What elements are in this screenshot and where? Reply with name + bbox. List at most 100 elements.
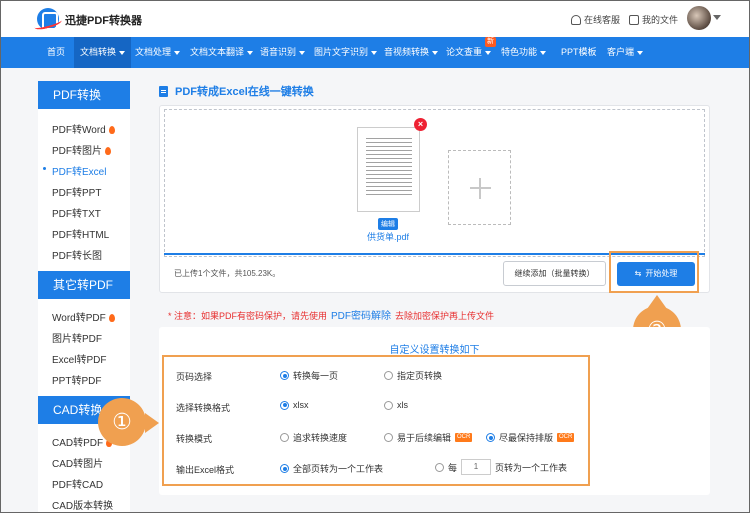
settings-options: 页码选择 转换每一页 指定页转换 选择转换格式 xlsx xls 转换模式 追求… bbox=[162, 355, 590, 486]
nav-item-features[interactable]: 特色功能 bbox=[501, 37, 547, 68]
radio-single-sheet[interactable]: 全部页转为一个工作表 bbox=[280, 462, 383, 475]
nav-label: 首页 bbox=[47, 47, 66, 57]
nav-item-doc-convert[interactable]: 文档转换 bbox=[74, 37, 132, 68]
nav-label: 特色功能 bbox=[501, 47, 538, 57]
upload-dropzone[interactable] bbox=[164, 109, 705, 257]
edit-file-button[interactable]: 编辑 bbox=[378, 218, 398, 230]
app-frame: 迅捷PDF转换器 在线客服 我的文件 首页 文档转换 文档处理 文档文本翻译 语… bbox=[0, 0, 750, 513]
sidebar-item-label: PDF转图片 bbox=[52, 146, 102, 157]
nav-item-doc-process[interactable]: 文档处理 bbox=[135, 37, 181, 68]
chevron-down-icon[interactable] bbox=[713, 15, 721, 20]
option-row-format: 选择转换格式 xlsx xls bbox=[164, 394, 588, 420]
sidebar-item-pdf-to-word[interactable]: PDF转Word bbox=[52, 121, 115, 136]
radio-label: 每 bbox=[448, 462, 458, 473]
nav-item-speech[interactable]: 语音识别 bbox=[260, 37, 306, 68]
sidebar-item-word-to-pdf[interactable]: Word转PDF bbox=[52, 309, 115, 324]
radio-label-suffix: 页转为一个工作表 bbox=[495, 462, 568, 473]
my-files-link[interactable]: 我的文件 bbox=[629, 13, 678, 26]
option-row-pages: 页码选择 转换每一页 指定页转换 bbox=[164, 363, 588, 389]
sidebar-item-ppt-to-pdf[interactable]: PPT转PDF bbox=[52, 372, 101, 387]
add-file-button[interactable] bbox=[448, 150, 511, 225]
sidebar-item-label: 图片转PDF bbox=[52, 334, 102, 345]
step-1-marker: ① bbox=[98, 398, 146, 446]
nav-label: PPT模板 bbox=[561, 47, 597, 57]
upload-status: 已上传1个文件，共105.23K。 bbox=[174, 269, 281, 278]
option-label: 输出Excel格式 bbox=[176, 465, 235, 475]
sidebar-item-cad-version[interactable]: CAD版本转换 bbox=[52, 497, 113, 512]
sidebar: PDF转换 PDF转Word PDF转图片 PDF转Excel PDF转PPT … bbox=[38, 81, 130, 512]
password-note: * 注意：如果PDF有密码保护，请先使用 PDF密码解除 去除加密保护再上传文件 bbox=[168, 307, 494, 322]
fire-icon bbox=[108, 126, 115, 135]
radio-xlsx[interactable]: xlsx bbox=[280, 400, 309, 410]
ocr-badge: OCR bbox=[455, 433, 473, 442]
sidebar-item-cad-to-image[interactable]: CAD转图片 bbox=[52, 455, 103, 470]
chevron-down-icon bbox=[432, 50, 439, 55]
radio-label: xls bbox=[397, 400, 408, 410]
file-thumbnail[interactable] bbox=[357, 127, 420, 212]
sidebar-item-pdf-to-cad[interactable]: PDF转CAD bbox=[52, 476, 103, 491]
option-row-output: 输出Excel格式 全部页转为一个工作表 每 1 页转为一个工作表 bbox=[164, 456, 588, 482]
sidebar-item-pdf-to-image[interactable]: PDF转图片 bbox=[52, 142, 111, 157]
option-row-mode: 转换模式 追求转换速度 易于后续编辑 OCR 尽最保持排版 OCR bbox=[164, 425, 588, 451]
radio-editable[interactable]: 易于后续编辑 OCR bbox=[384, 431, 473, 444]
delete-file-button[interactable]: × bbox=[414, 118, 427, 131]
nav-label: 语音识别 bbox=[260, 47, 297, 57]
sidebar-item-label: PDF转HTML bbox=[52, 230, 110, 241]
sidebar-item-pdf-to-excel[interactable]: PDF转Excel bbox=[42, 163, 106, 178]
radio-checked-icon bbox=[280, 400, 289, 410]
nav-item-translate[interactable]: 文档文本翻译 bbox=[190, 37, 254, 68]
sidebar-item-pdf-to-txt[interactable]: PDF转TXT bbox=[52, 205, 101, 220]
top-header: 迅捷PDF转换器 在线客服 我的文件 bbox=[1, 1, 749, 37]
sidebar-item-label: PDF转PPT bbox=[52, 188, 102, 199]
annotation-arrow-right bbox=[145, 413, 159, 433]
nav-item-home[interactable]: 首页 bbox=[47, 37, 65, 68]
sidebar-item-label: CAD版本转换 bbox=[52, 501, 114, 512]
nav-item-client[interactable]: 客户端 bbox=[607, 37, 644, 68]
radio-xls[interactable]: xls bbox=[384, 400, 408, 410]
radio-specific-pages[interactable]: 指定页转换 bbox=[384, 369, 442, 382]
radio-checked-icon bbox=[280, 464, 289, 473]
brand-logo-icon[interactable] bbox=[37, 8, 59, 30]
option-label: 页码选择 bbox=[176, 372, 213, 382]
sidebar-section-pdf-convert[interactable]: PDF转换 bbox=[38, 81, 130, 109]
customer-service-label: 在线客服 bbox=[584, 15, 621, 25]
chevron-down-icon bbox=[637, 50, 644, 55]
document-preview bbox=[366, 138, 412, 198]
avatar[interactable] bbox=[687, 6, 711, 30]
customer-service-link[interactable]: 在线客服 bbox=[571, 13, 620, 26]
radio-label: 易于后续编辑 bbox=[397, 433, 452, 443]
nav-item-ppt-template[interactable]: PPT模板 bbox=[561, 37, 597, 68]
sidebar-item-pdf-to-ppt[interactable]: PDF转PPT bbox=[52, 184, 101, 199]
pdf-unlock-link[interactable]: PDF密码解除 bbox=[331, 311, 391, 322]
page-title-row: PDF转成Excel在线一键转换 bbox=[159, 83, 314, 99]
chevron-down-icon bbox=[174, 50, 181, 55]
sidebar-item-label: CAD转PDF bbox=[52, 438, 104, 449]
radio-unchecked-icon bbox=[280, 433, 289, 442]
note-suffix: 去除加密保护再上传文件 bbox=[395, 311, 495, 321]
sidebar-item-pdf-to-long-image[interactable]: PDF转长图 bbox=[52, 247, 102, 262]
radio-per-pages[interactable]: 每 1 页转为一个工作表 bbox=[435, 459, 567, 475]
radio-speed[interactable]: 追求转换速度 bbox=[280, 431, 347, 444]
brand-name[interactable]: 迅捷PDF转换器 bbox=[65, 12, 142, 28]
page-title: PDF转成Excel在线一键转换 bbox=[175, 86, 314, 98]
radio-keep-layout[interactable]: 尽最保持排版 OCR bbox=[486, 431, 575, 444]
pages-per-sheet-input[interactable]: 1 bbox=[461, 459, 492, 475]
continue-add-button[interactable]: 继续添加（批量转换） bbox=[503, 261, 606, 286]
fire-icon bbox=[108, 314, 115, 323]
radio-unchecked-icon bbox=[384, 371, 393, 380]
nav-label: 文档转换 bbox=[80, 47, 117, 57]
radio-label: 追求转换速度 bbox=[293, 433, 348, 443]
radio-checked-icon bbox=[280, 371, 289, 380]
nav-item-av-convert[interactable]: 音视频转换 bbox=[384, 37, 439, 68]
fire-icon bbox=[105, 147, 111, 156]
sidebar-item-excel-to-pdf[interactable]: Excel转PDF bbox=[52, 351, 106, 366]
nav-label: 音视频转换 bbox=[384, 47, 430, 57]
nav-item-ocr[interactable]: 图片文字识别 bbox=[314, 37, 378, 68]
sidebar-item-image-to-pdf[interactable]: 图片转PDF bbox=[52, 330, 102, 345]
sidebar-item-pdf-to-html[interactable]: PDF转HTML bbox=[52, 226, 109, 241]
radio-every-page[interactable]: 转换每一页 bbox=[280, 369, 338, 382]
note-prefix: * 注意：如果PDF有密码保护，请先使用 bbox=[168, 311, 328, 321]
sidebar-section-other-to-pdf[interactable]: 其它转PDF bbox=[38, 271, 130, 299]
radio-label: 全部页转为一个工作表 bbox=[293, 464, 384, 474]
sidebar-item-label: PPT转PDF bbox=[52, 376, 102, 387]
